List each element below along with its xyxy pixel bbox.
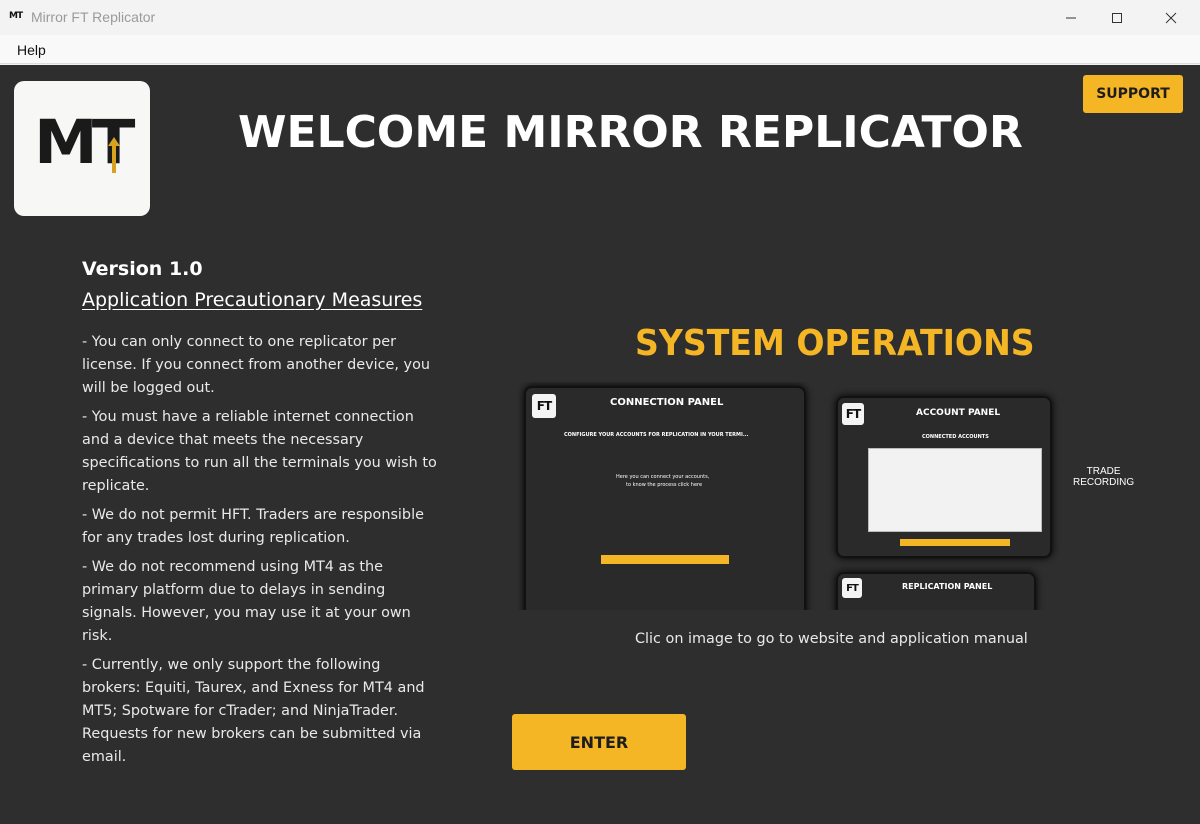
- replication-panel-preview: FT REPLICATION PANEL: [836, 572, 1036, 610]
- menu-bar: Help: [0, 35, 1200, 64]
- trade-recording-line-2: RECORDING: [1073, 477, 1135, 488]
- replication-panel-title: REPLICATION PANEL: [902, 582, 993, 591]
- connected-accounts-label: CONNECTED ACCOUNTS: [922, 434, 989, 440]
- precaution-item: - We do not permit HFT. Traders are resp…: [82, 507, 424, 546]
- welcome-title: WELCOME MIRROR REPLICATOR: [238, 107, 1023, 158]
- preview-caption: Clic on image to go to website and appli…: [635, 631, 1028, 647]
- panel-logo: FT: [842, 578, 862, 598]
- support-button[interactable]: SUPPORT: [1083, 75, 1183, 113]
- connect-text-1: Here you can connect your accounts,: [616, 474, 710, 480]
- minimize-button[interactable]: [1048, 0, 1094, 35]
- connection-panel-preview: FT CONNECTION PANEL CONFIGURE YOUR ACCOU…: [524, 386, 806, 610]
- precautions-list: - You can only connect to one replicator…: [82, 331, 442, 775]
- account-panel-title: ACCOUNT PANEL: [916, 408, 1001, 418]
- close-icon: [1165, 12, 1177, 23]
- precaution-item: - You can only connect to one replicator…: [82, 334, 430, 396]
- up-arrow-icon: [108, 137, 120, 173]
- connect-text-2: to know the process click here: [626, 482, 703, 488]
- precaution-item: - We do not recommend using MT4 as the p…: [82, 559, 411, 644]
- configure-text: CONFIGURE YOUR ACCOUNTS FOR REPLICATION …: [564, 432, 749, 438]
- precaution-item: - Currently, we only support the followi…: [82, 657, 425, 765]
- operations-preview-image[interactable]: FT CONNECTION PANEL CONFIGURE YOUR ACCOU…: [518, 382, 1138, 610]
- system-operations-title: SYSTEM OPERATIONS: [635, 323, 1035, 364]
- accounts-table-preview: [868, 448, 1042, 532]
- maximize-icon: [1112, 12, 1122, 23]
- minimize-icon: [1066, 17, 1076, 18]
- enter-button[interactable]: ENTER: [512, 714, 686, 770]
- connection-panel-bar: [601, 555, 729, 564]
- maximize-button[interactable]: [1094, 0, 1140, 35]
- trade-recording-line-1: TRADE: [1086, 466, 1121, 477]
- title-bar: MT Mirror FT Replicator: [0, 0, 1200, 35]
- precaution-item: - You must have a reliable internet conn…: [82, 409, 437, 494]
- close-button[interactable]: [1148, 0, 1194, 35]
- version-label: Version 1.0: [82, 258, 203, 280]
- window-title: Mirror FT Replicator: [31, 9, 156, 25]
- panel-logo: FT: [842, 403, 864, 425]
- app-logo: MT: [14, 81, 150, 216]
- menu-help[interactable]: Help: [17, 42, 46, 58]
- app-icon: MT: [9, 11, 23, 21]
- panel-logo: FT: [532, 394, 556, 418]
- main-panel: MT WELCOME MIRROR REPLICATOR SUPPORT Ver…: [0, 65, 1200, 824]
- precautions-link[interactable]: Application Precautionary Measures: [82, 289, 422, 311]
- account-panel-preview: FT ACCOUNT PANEL CONNECTED ACCOUNTS: [836, 396, 1052, 558]
- connection-panel-title: CONNECTION PANEL: [610, 397, 724, 408]
- account-panel-bar: [900, 539, 1010, 546]
- trade-recording-label: TRADE RECORDING: [1073, 466, 1134, 488]
